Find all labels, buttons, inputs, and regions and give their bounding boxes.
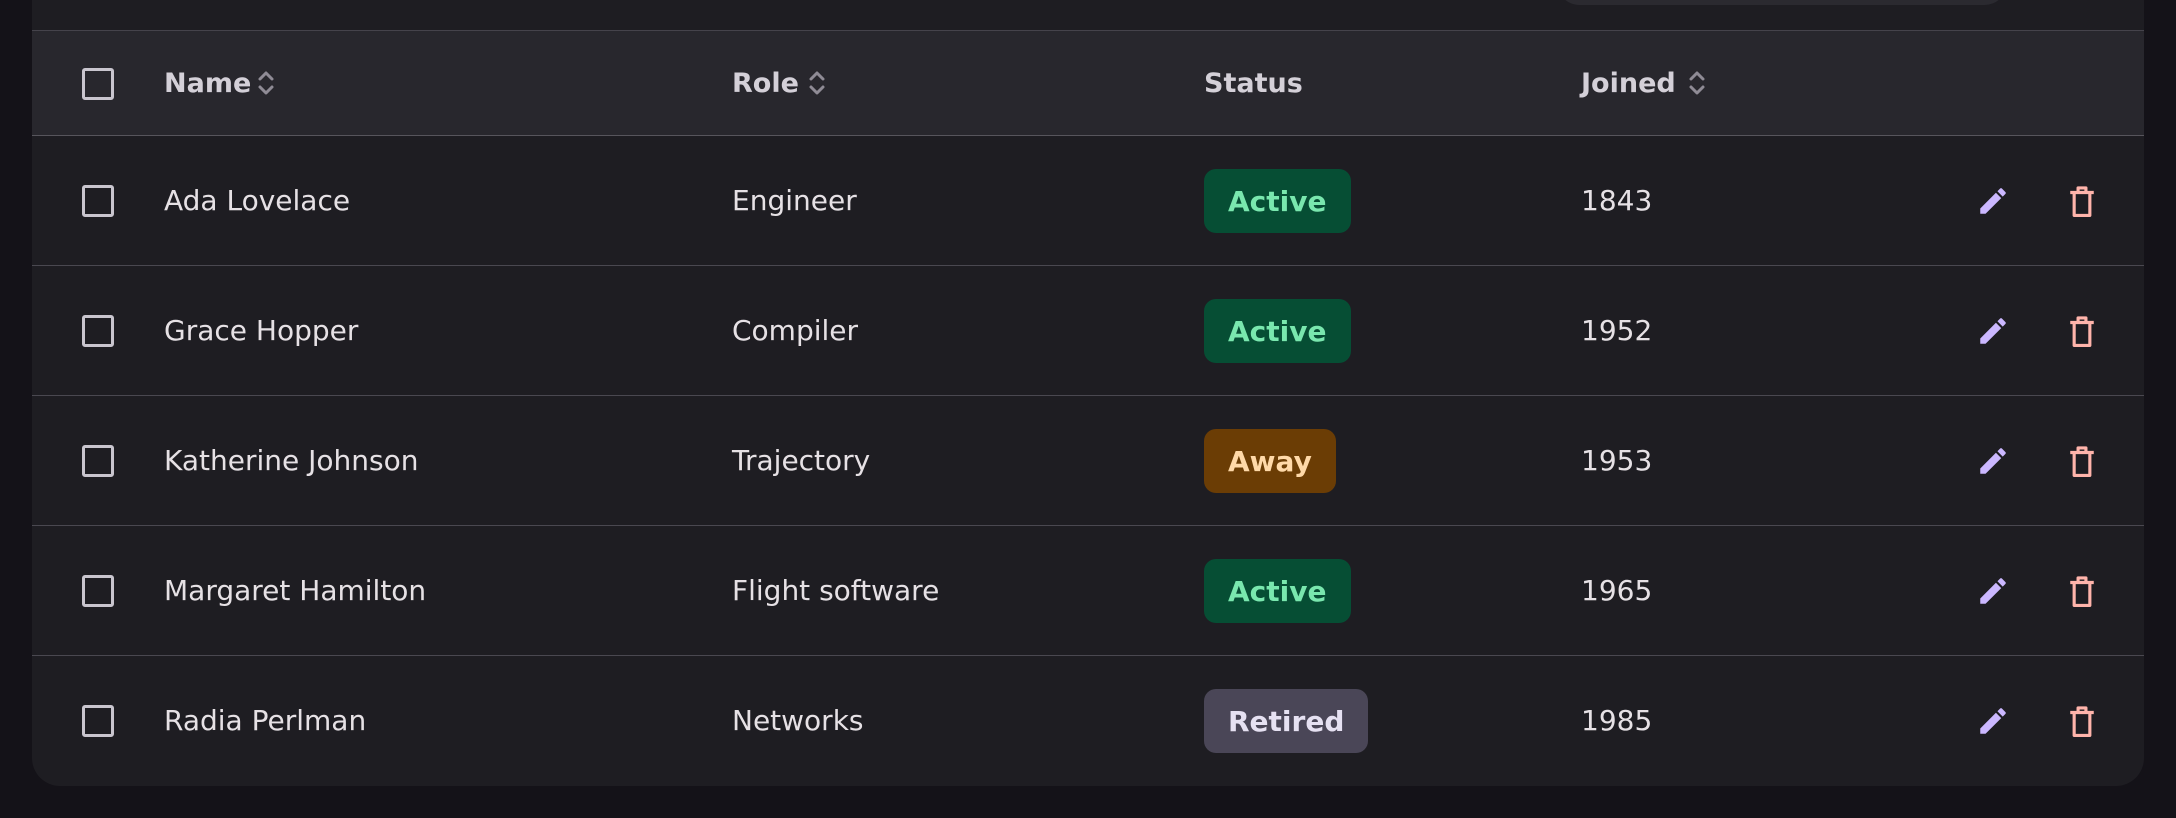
pencil-icon <box>1980 578 2006 604</box>
status-badge: Retired <box>1204 689 1369 753</box>
delete-button[interactable] <box>2062 701 2102 741</box>
cell-role: Compiler <box>732 314 859 347</box>
table-row: Ada Lovelace Engineer Active 1843 <box>32 136 2144 266</box>
delete-button[interactable] <box>2062 311 2102 351</box>
edit-button[interactable] <box>1973 701 2013 741</box>
trash-icon <box>2070 446 2094 477</box>
trash-icon <box>2070 186 2094 217</box>
status-badge: Active <box>1204 169 1351 233</box>
trash-icon <box>2070 576 2094 607</box>
cell-joined: 1953 <box>1581 444 1653 477</box>
cell-name: Katherine Johnson <box>164 444 419 477</box>
edit-button[interactable] <box>1973 181 2013 221</box>
column-header-status: Status <box>1204 68 1303 99</box>
delete-button[interactable] <box>2062 571 2102 611</box>
table-row: Grace Hopper Compiler Active 1952 <box>32 266 2144 396</box>
column-header-role[interactable]: Role <box>732 70 799 97</box>
column-header-name[interactable]: Name <box>164 70 251 97</box>
table-row: Radia Perlman Networks Retired 1985 <box>32 656 2144 786</box>
status-badge: Away <box>1204 429 1336 493</box>
edit-button[interactable] <box>1973 571 2013 611</box>
row-checkbox[interactable] <box>82 185 114 217</box>
cell-joined: 1952 <box>1581 314 1653 347</box>
table-row: Margaret Hamilton Flight software Active… <box>32 526 2144 656</box>
row-checkbox[interactable] <box>82 315 114 347</box>
pencil-icon <box>1980 708 2006 734</box>
table-row: Katherine Johnson Trajectory Away 1953 <box>32 396 2144 526</box>
trash-icon <box>2070 316 2094 347</box>
delete-button[interactable] <box>2062 441 2102 481</box>
cell-name: Margaret Hamilton <box>164 574 427 607</box>
cell-joined: 1965 <box>1581 574 1653 607</box>
row-checkbox[interactable] <box>82 705 114 737</box>
status-badge: Active <box>1204 559 1351 623</box>
column-header-joined[interactable]: Joined <box>1581 70 1676 97</box>
cell-name: Grace Hopper <box>164 314 359 347</box>
cell-joined: 1843 <box>1581 184 1653 217</box>
status-badge: Active <box>1204 299 1351 363</box>
row-checkbox[interactable] <box>82 575 114 607</box>
pencil-icon <box>1980 448 2006 474</box>
cell-joined: 1985 <box>1581 704 1653 737</box>
users-table-card: Name Role Status Joined Ada Lovelace Eng… <box>32 0 2144 786</box>
edit-button[interactable] <box>1973 441 2013 481</box>
cell-role: Flight software <box>732 574 940 607</box>
pencil-icon <box>1980 318 2006 344</box>
cell-role: Networks <box>732 704 864 737</box>
cell-role: Trajectory <box>732 444 871 477</box>
edit-button[interactable] <box>1973 311 2013 351</box>
cell-name: Radia Perlman <box>164 704 367 737</box>
trash-icon <box>2070 706 2094 737</box>
sort-icon[interactable] <box>1687 66 1707 100</box>
sort-icon[interactable] <box>807 66 827 100</box>
select-all-checkbox[interactable] <box>82 68 114 100</box>
delete-button[interactable] <box>2062 181 2102 221</box>
table-header: Name Role Status Joined <box>32 30 2144 136</box>
sort-icon[interactable] <box>256 66 276 100</box>
row-checkbox[interactable] <box>82 445 114 477</box>
search-field[interactable] <box>1557 0 2007 5</box>
cell-name: Ada Lovelace <box>164 184 351 217</box>
pencil-icon <box>1980 188 2006 214</box>
cell-role: Engineer <box>732 184 857 217</box>
